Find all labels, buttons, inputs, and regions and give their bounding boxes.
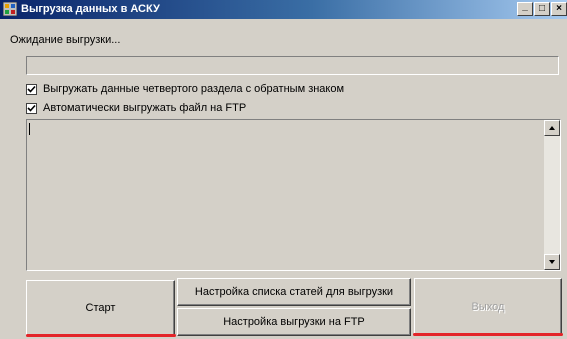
scroll-down-button[interactable]: [544, 254, 560, 270]
export-negative-checkbox[interactable]: [26, 83, 37, 95]
window-title: Выгрузка данных в АСКУ: [21, 3, 160, 15]
auto-ftp-checkbox[interactable]: [26, 102, 37, 114]
ftp-settings-label: Настройка выгрузки на FTP: [223, 316, 365, 328]
maximize-button[interactable]: □: [534, 2, 550, 16]
log-vertical-scrollbar[interactable]: [544, 120, 560, 270]
checkmark-icon: [27, 85, 36, 93]
minimize-button[interactable]: _: [517, 1, 533, 16]
minimize-icon: _: [522, 1, 528, 12]
text-caret: [29, 123, 30, 135]
dialog-client-area: Ожидание выгрузки... Выгружать данные че…: [0, 19, 567, 339]
start-button-label: Старт: [85, 302, 116, 314]
arrow-up-icon: [549, 126, 555, 130]
exit-button-label: Выход: [471, 301, 505, 313]
maximize-icon: □: [538, 3, 546, 14]
upload-progress-bar: [26, 56, 559, 75]
close-icon: ×: [556, 3, 562, 14]
scroll-up-button[interactable]: [544, 120, 560, 136]
option-export-negative[interactable]: Выгружать данные четвертого раздела с об…: [26, 83, 344, 95]
article-list-settings-button[interactable]: Настройка списка статей для выгрузки: [177, 278, 411, 306]
annotation-underline-exit: [413, 333, 563, 336]
status-label: Ожидание выгрузки...: [10, 34, 121, 46]
close-button[interactable]: ×: [551, 2, 567, 16]
export-negative-label: Выгружать данные четвертого раздела с об…: [43, 83, 345, 95]
title-bar[interactable]: Выгрузка данных в АСКУ _ □ ×: [0, 0, 567, 19]
annotation-underline-start: [26, 334, 176, 337]
log-textarea[interactable]: [26, 119, 561, 271]
auto-ftp-label: Автоматически выгружать файл на FTP: [43, 102, 247, 114]
app-window-icon: [3, 2, 17, 16]
option-auto-ftp[interactable]: Автоматически выгружать файл на FTP: [26, 102, 246, 114]
article-list-settings-label: Настройка списка статей для выгрузки: [194, 286, 394, 298]
start-button[interactable]: Старт: [26, 280, 175, 336]
ftp-settings-button[interactable]: Настройка выгрузки на FTP: [177, 308, 411, 336]
caption-buttons: _ □ ×: [516, 1, 567, 17]
exit-button[interactable]: Выход: [414, 278, 562, 336]
checkmark-icon: [27, 104, 36, 112]
arrow-down-icon: [549, 260, 555, 264]
